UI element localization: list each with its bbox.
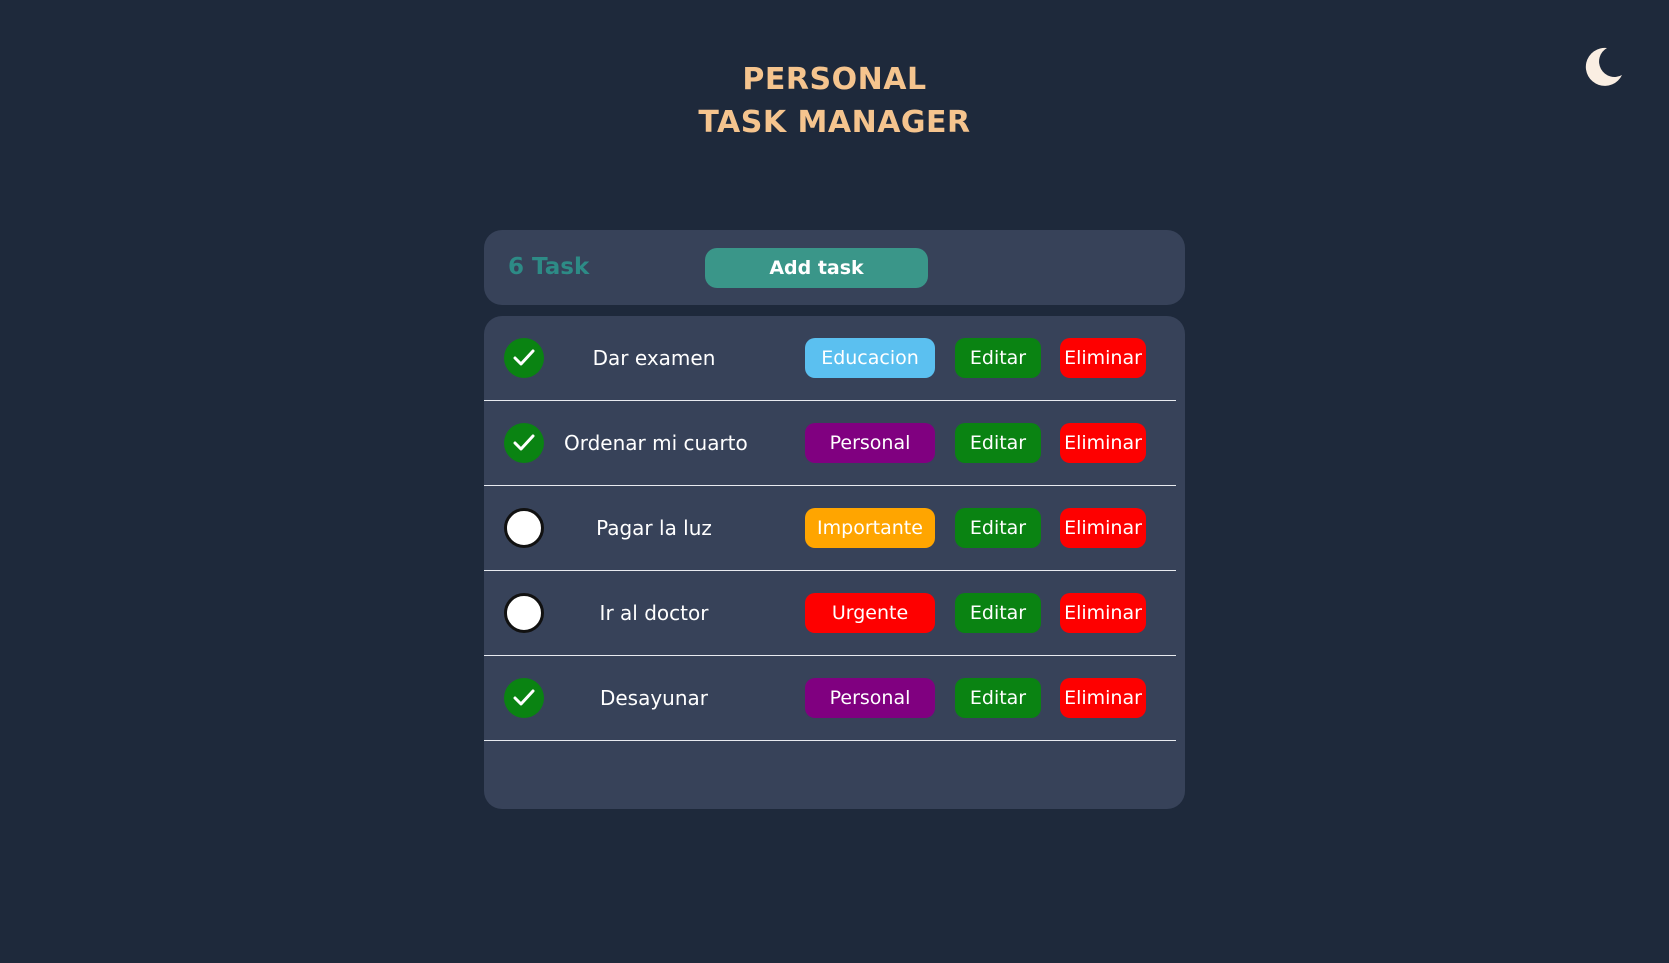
task-row: Dar examen Educacion Editar Eliminar	[484, 316, 1176, 401]
category-badge: Educacion	[805, 338, 935, 378]
task-name: Desayunar	[599, 686, 709, 710]
edit-button[interactable]: Editar	[955, 508, 1041, 548]
task-complete-toggle[interactable]	[504, 593, 544, 633]
task-row: Ir al doctor Urgente Editar Eliminar	[484, 571, 1176, 656]
task-name: Pagar la luz	[596, 516, 712, 540]
add-task-button[interactable]: Add task	[705, 248, 928, 288]
edit-button[interactable]: Editar	[955, 678, 1041, 718]
task-complete-toggle[interactable]	[504, 678, 544, 718]
task-row: Desayunar Personal Editar Eliminar	[484, 656, 1176, 741]
checkmark-icon	[513, 434, 535, 451]
task-name: Ordenar mi cuarto	[564, 431, 748, 455]
page-title: PERSONAL TASK MANAGER	[0, 58, 1669, 144]
task-name: Dar examen	[592, 346, 716, 370]
category-badge: Importante	[805, 508, 935, 548]
delete-button[interactable]: Eliminar	[1060, 678, 1146, 718]
title-line-2: TASK MANAGER	[698, 105, 971, 140]
task-name: Ir al doctor	[599, 601, 709, 625]
category-badge: Personal	[805, 423, 935, 463]
task-row: Pagar la luz Importante Editar Eliminar	[484, 486, 1176, 571]
task-complete-toggle[interactable]	[504, 508, 544, 548]
delete-button[interactable]: Eliminar	[1060, 508, 1146, 548]
edit-button[interactable]: Editar	[955, 593, 1041, 633]
delete-button[interactable]: Eliminar	[1060, 593, 1146, 633]
checkmark-icon	[513, 349, 535, 366]
category-badge: Urgente	[805, 593, 935, 633]
title-line-1: PERSONAL	[742, 62, 927, 97]
task-count: 6 Task	[508, 254, 590, 280]
category-badge: Personal	[805, 678, 935, 718]
task-complete-toggle[interactable]	[504, 338, 544, 378]
task-row: Ordenar mi cuarto Personal Editar Elimin…	[484, 401, 1176, 486]
task-toolbar: 6 Task Add task	[484, 230, 1185, 305]
checkmark-icon	[513, 689, 535, 706]
delete-button[interactable]: Eliminar	[1060, 423, 1146, 463]
edit-button[interactable]: Editar	[955, 423, 1041, 463]
delete-button[interactable]: Eliminar	[1060, 338, 1146, 378]
task-list: Dar examen Educacion Editar Eliminar Ord…	[484, 316, 1185, 809]
edit-button[interactable]: Editar	[955, 338, 1041, 378]
task-complete-toggle[interactable]	[504, 423, 544, 463]
